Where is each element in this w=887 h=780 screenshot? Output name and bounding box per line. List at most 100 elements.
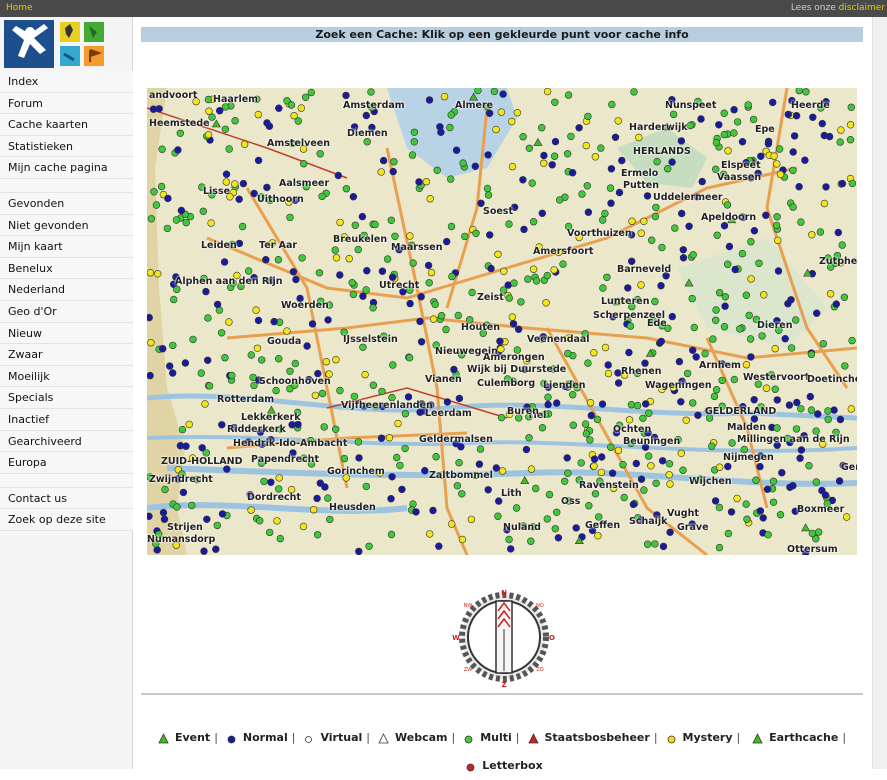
cache-marker[interactable] [651, 212, 660, 221]
cache-marker[interactable] [235, 195, 243, 203]
cache-marker[interactable] [220, 258, 229, 266]
cache-marker[interactable] [377, 168, 385, 176]
cache-marker[interactable] [747, 238, 755, 246]
cache-marker[interactable] [666, 480, 674, 488]
cache-marker[interactable] [743, 515, 751, 523]
cache-marker[interactable] [286, 213, 294, 222]
cache-marker[interactable] [447, 222, 456, 231]
cache-marker[interactable] [528, 179, 536, 187]
cache-marker[interactable] [658, 457, 667, 465]
cache-marker[interactable] [563, 454, 571, 462]
cache-marker[interactable] [429, 315, 438, 323]
cache-marker[interactable] [773, 396, 781, 404]
cache-marker[interactable] [529, 218, 538, 226]
cache-marker[interactable] [778, 469, 786, 477]
cache-marker[interactable] [508, 313, 516, 321]
cache-marker[interactable] [254, 316, 263, 325]
cache-marker[interactable] [163, 224, 172, 233]
cache-marker[interactable] [153, 546, 161, 554]
cache-marker[interactable] [212, 545, 220, 553]
cache-marker[interactable] [590, 462, 598, 470]
cache-marker[interactable] [544, 393, 552, 401]
cache-marker[interactable] [720, 130, 728, 139]
cache-marker[interactable] [614, 117, 622, 125]
cache-marker[interactable] [176, 442, 185, 450]
cache-marker[interactable] [538, 123, 546, 132]
cache-marker[interactable] [601, 343, 610, 352]
cache-marker[interactable] [365, 542, 373, 550]
cache-marker[interactable] [542, 299, 550, 307]
cache-marker[interactable] [846, 135, 855, 144]
cache-marker[interactable] [550, 266, 558, 274]
cache-marker[interactable] [398, 485, 406, 494]
cache-marker[interactable] [614, 446, 623, 455]
cache-marker[interactable] [189, 335, 197, 344]
cache-marker[interactable] [789, 203, 797, 211]
cache-marker[interactable] [606, 184, 615, 192]
cache-marker[interactable] [169, 369, 177, 377]
cache-marker[interactable] [498, 467, 507, 475]
cache-marker[interactable] [762, 211, 770, 220]
cache-marker[interactable] [688, 294, 696, 303]
cache-marker[interactable] [647, 462, 655, 470]
sidebar-item-moeilijk[interactable]: Moeilijk [0, 365, 133, 388]
cache-marker[interactable] [805, 462, 813, 470]
cache-marker[interactable] [371, 220, 379, 229]
cache-marker[interactable] [711, 497, 720, 505]
cache-marker[interactable] [742, 361, 751, 369]
cache-marker[interactable] [369, 381, 378, 389]
compass-rose[interactable]: N Z W O NW NO ZW ZO [450, 585, 558, 689]
cache-marker[interactable] [797, 405, 805, 413]
cache-marker[interactable] [359, 292, 367, 300]
cache-marker[interactable] [715, 289, 724, 297]
cache-marker[interactable] [724, 462, 732, 471]
cache-marker[interactable] [342, 91, 350, 100]
cache-marker[interactable] [551, 137, 560, 146]
cache-marker[interactable] [614, 379, 623, 387]
cache-marker[interactable] [679, 466, 687, 474]
cache-marker[interactable] [401, 410, 410, 418]
cache-marker[interactable] [556, 196, 564, 204]
cache-marker[interactable] [308, 320, 317, 328]
cache-marker[interactable] [607, 199, 615, 207]
cache-marker[interactable] [267, 478, 275, 486]
cache-marker[interactable] [792, 112, 801, 120]
cache-marker[interactable] [390, 158, 398, 166]
cache-marker[interactable] [425, 96, 434, 104]
cache-marker[interactable] [147, 215, 156, 223]
cache-marker[interactable] [628, 217, 636, 225]
cache-marker[interactable] [247, 506, 255, 514]
cache-marker[interactable] [768, 98, 777, 107]
cache-marker[interactable] [724, 529, 733, 538]
cache-marker[interactable] [507, 545, 515, 553]
cache-marker[interactable] [435, 542, 443, 550]
cache-marker[interactable] [225, 318, 233, 326]
cache-marker[interactable] [742, 291, 751, 299]
cache-marker[interactable] [222, 178, 231, 186]
cache-marker[interactable] [508, 162, 517, 171]
cache-marker[interactable] [453, 482, 462, 490]
cache-marker[interactable] [461, 232, 469, 241]
cache-marker[interactable] [427, 268, 436, 277]
sidebar-item-nederland[interactable]: Nederland [0, 279, 133, 301]
cache-marker[interactable] [188, 501, 196, 510]
cache-marker[interactable] [746, 335, 755, 343]
cache-marker[interactable] [801, 156, 809, 164]
cache-marker[interactable] [764, 139, 773, 148]
sidebar-item-specials[interactable]: Specials [0, 387, 133, 409]
cache-marker[interactable] [543, 88, 552, 96]
cache-marker[interactable] [505, 220, 513, 228]
cache-marker[interactable] [543, 271, 551, 280]
cache-marker[interactable] [652, 203, 660, 212]
cache-marker[interactable] [749, 115, 758, 124]
cache-marker[interactable] [553, 399, 561, 407]
cache-marker[interactable] [720, 109, 728, 117]
cache-marker[interactable] [657, 337, 665, 346]
cache-marker[interactable] [584, 112, 592, 121]
cache-marker[interactable] [773, 424, 781, 432]
cache-marker[interactable] [756, 507, 765, 515]
cache-marker[interactable] [770, 152, 778, 160]
cache-marker[interactable] [320, 423, 328, 431]
cache-marker[interactable] [508, 117, 516, 126]
cache-marker[interactable] [497, 108, 506, 116]
